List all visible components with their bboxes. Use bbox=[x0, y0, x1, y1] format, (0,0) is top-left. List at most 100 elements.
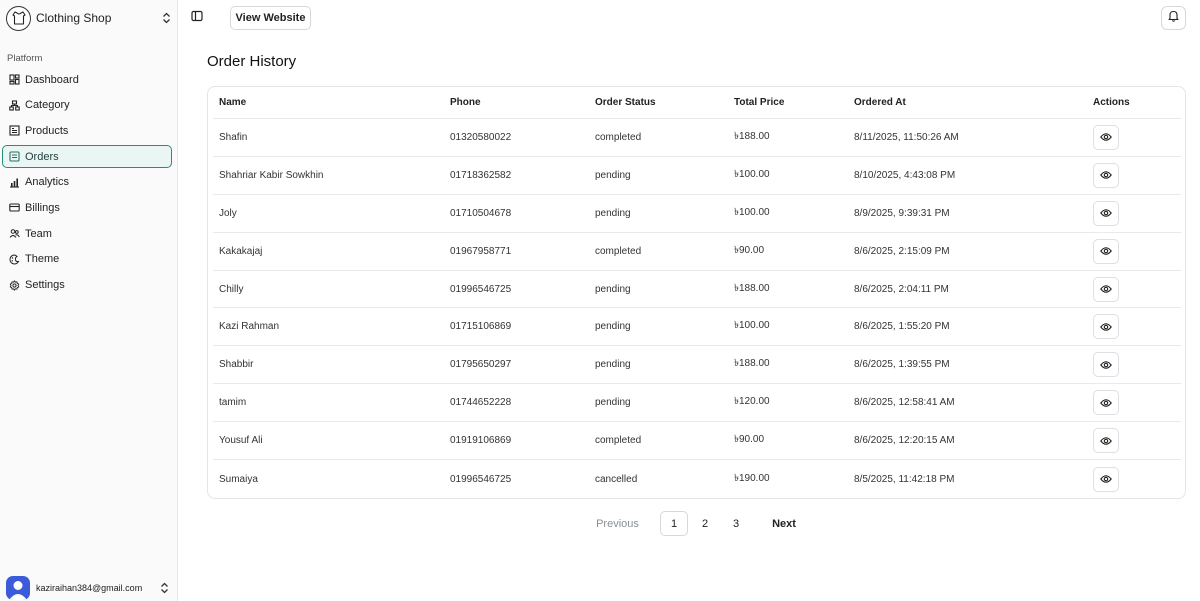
sidebar-item-theme[interactable]: Theme bbox=[2, 248, 172, 271]
shop-switcher[interactable]: Clothing Shop bbox=[6, 5, 172, 31]
sidebar-item-label: Products bbox=[25, 124, 69, 137]
view-order-button[interactable] bbox=[1093, 276, 1119, 302]
user-email: kaziraihan384@gmail.com bbox=[36, 583, 143, 593]
cell-ordered-at: 8/5/2025, 11:42:18 PM bbox=[854, 473, 955, 485]
sidebar-item-category[interactable]: Category bbox=[2, 94, 172, 117]
sidebar-item-label: Settings bbox=[25, 279, 65, 291]
sidebar-item-billings[interactable]: Billings bbox=[2, 196, 172, 219]
eye-icon bbox=[1100, 359, 1112, 371]
cell-total-price: ৳100.00 bbox=[734, 168, 770, 180]
cell-ordered-at: 8/6/2025, 1:55:20 PM bbox=[854, 321, 950, 333]
chevrons-up-down-icon bbox=[158, 581, 170, 595]
view-order-button[interactable] bbox=[1093, 314, 1119, 340]
cell-actions bbox=[1093, 460, 1119, 498]
cell-order-status: pending bbox=[595, 283, 631, 295]
cell-order-status: completed bbox=[595, 435, 642, 447]
cell-order-status: cancelled bbox=[595, 473, 638, 485]
platform-section-label: Platform bbox=[7, 53, 43, 64]
column-header-actions: Actions bbox=[1093, 97, 1130, 108]
previous-page-button[interactable]: Previous bbox=[590, 511, 645, 536]
view-order-button[interactable] bbox=[1093, 124, 1119, 150]
view-order-button[interactable] bbox=[1093, 238, 1119, 264]
cell-total-price: ৳188.00 bbox=[734, 130, 770, 142]
cell-actions bbox=[1093, 346, 1119, 383]
page-2-button[interactable]: 2 bbox=[691, 511, 719, 536]
sidebar-item-settings[interactable]: Settings bbox=[2, 274, 172, 297]
cell-phone: 01919106869 bbox=[450, 435, 512, 447]
cell-total-price: ৳188.00 bbox=[734, 282, 770, 294]
page-title: Order History bbox=[207, 53, 297, 70]
cell-total-price: ৳90.00 bbox=[734, 244, 765, 256]
cell-ordered-at: 8/9/2025, 9:39:31 PM bbox=[854, 207, 950, 219]
cell-ordered-at: 8/6/2025, 1:39:55 PM bbox=[854, 359, 950, 371]
eye-icon bbox=[1100, 131, 1112, 143]
table-row: Chilly 01996546725 pending ৳188.00 8/6/2025,… bbox=[213, 271, 1181, 309]
column-header-total-price: Total Price bbox=[734, 97, 785, 108]
sidebar-item-team[interactable]: Team bbox=[2, 222, 172, 245]
view-order-button[interactable] bbox=[1093, 352, 1119, 378]
sidebar-item-label: Dashboard bbox=[25, 73, 79, 86]
page-1-button[interactable]: 1 bbox=[660, 511, 688, 536]
cell-actions bbox=[1093, 271, 1119, 308]
cell-total-price: ৳190.00 bbox=[734, 472, 770, 484]
sidebar-item-dashboard[interactable]: Dashboard bbox=[2, 68, 172, 91]
bell-icon bbox=[1167, 9, 1180, 27]
notifications-button[interactable] bbox=[1161, 6, 1186, 30]
table-row: Kazi Rahman 01715106869 pending ৳100.00 8/6/… bbox=[213, 309, 1181, 347]
eye-icon bbox=[1100, 397, 1112, 409]
eye-icon bbox=[1100, 435, 1112, 447]
cell-phone: 01744652228 bbox=[450, 397, 512, 409]
cell-name: Kakakajaj bbox=[219, 245, 263, 257]
cell-name: Chilly bbox=[219, 283, 244, 295]
user-menu[interactable]: kaziraihan384@gmail.com bbox=[6, 576, 170, 600]
view-order-button[interactable] bbox=[1093, 466, 1119, 492]
cell-phone: 01996546725 bbox=[450, 473, 512, 485]
table-row: Shabbir 01795650297 pending ৳188.00 8/6/2025… bbox=[213, 346, 1181, 385]
cell-order-status: pending bbox=[595, 169, 631, 181]
page-3-button[interactable]: 3 bbox=[722, 511, 750, 536]
cell-ordered-at: 8/6/2025, 12:58:41 AM bbox=[854, 397, 955, 409]
cell-total-price: ৳100.00 bbox=[734, 320, 770, 332]
sidebar-item-label: Billings bbox=[25, 201, 60, 214]
sidebar-item-products[interactable]: Products bbox=[2, 119, 172, 142]
products-icon bbox=[9, 125, 20, 136]
cell-phone: 01996546725 bbox=[450, 283, 512, 295]
view-order-button[interactable] bbox=[1093, 200, 1119, 226]
cell-order-status: pending bbox=[595, 359, 631, 371]
sidebar-item-analytics[interactable]: Analytics bbox=[2, 171, 172, 194]
cell-ordered-at: 8/6/2025, 2:15:09 PM bbox=[854, 245, 950, 257]
eye-icon bbox=[1100, 245, 1112, 257]
table-row: Joly 01710504678 pending ৳100.00 8/9/2025, 9… bbox=[213, 195, 1181, 233]
cell-order-status: completed bbox=[595, 245, 642, 257]
dashboard-icon bbox=[9, 74, 20, 85]
sidebar-item-label: Category bbox=[25, 99, 70, 112]
view-website-button[interactable]: View Website bbox=[230, 6, 311, 30]
view-order-button[interactable] bbox=[1093, 390, 1119, 416]
cell-name: Shafin bbox=[219, 131, 248, 143]
eye-icon bbox=[1100, 169, 1112, 181]
table-row: tamim 01744652228 pending ৳120.00 8/6/2025, … bbox=[213, 384, 1181, 423]
view-order-button[interactable] bbox=[1093, 428, 1119, 454]
sidebar-toggle-button[interactable] bbox=[189, 10, 205, 26]
cell-order-status: pending bbox=[595, 321, 631, 333]
cell-actions bbox=[1093, 157, 1119, 194]
cell-name: Kazi Rahman bbox=[219, 321, 280, 333]
cell-phone: 01320580022 bbox=[450, 131, 512, 143]
cell-phone: 01718362582 bbox=[450, 169, 512, 181]
cell-total-price: ৳188.00 bbox=[734, 358, 770, 370]
sidebar: Clothing Shop Platform Dashboard Categor… bbox=[0, 0, 178, 601]
cell-phone: 01795650297 bbox=[450, 359, 512, 371]
eye-icon bbox=[1100, 473, 1112, 485]
sidebar-item-orders[interactable]: Orders bbox=[2, 145, 172, 169]
next-page-button[interactable]: Next bbox=[762, 511, 806, 536]
view-order-button[interactable] bbox=[1093, 162, 1119, 188]
cell-name: tamim bbox=[219, 397, 247, 409]
cell-phone: 01710504678 bbox=[450, 207, 512, 219]
team-icon bbox=[9, 228, 20, 239]
cell-order-status: pending bbox=[595, 397, 631, 409]
chevrons-up-down-icon bbox=[160, 11, 172, 25]
cell-name: Shahriar Kabir Sowkhin bbox=[219, 169, 324, 181]
column-header-ordered-at: Ordered At bbox=[854, 97, 906, 108]
cell-phone: 01715106869 bbox=[450, 321, 512, 333]
sidebar-item-label: Analytics bbox=[25, 176, 70, 189]
